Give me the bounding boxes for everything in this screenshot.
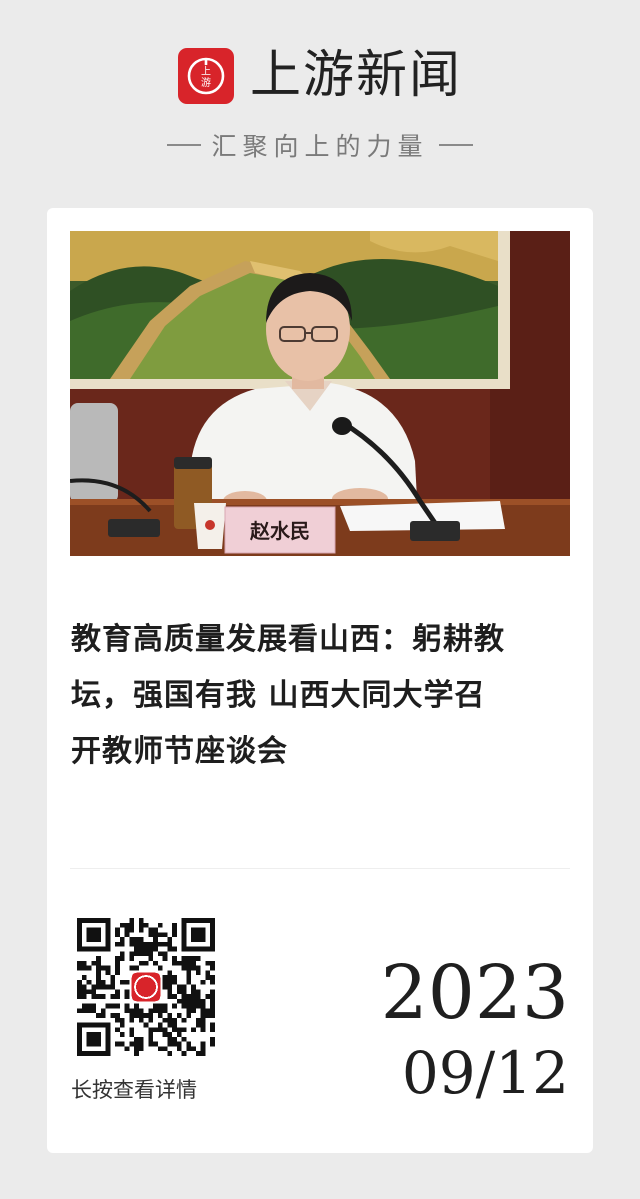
logo-char-2: 游 [201, 76, 211, 89]
news-photo: 赵水民 [70, 231, 570, 556]
qr-label: 长按查看详情 [71, 1078, 197, 1102]
headline-line: 开教师节座谈会 [71, 734, 288, 769]
logo-char-1: 上 [201, 66, 211, 78]
nameplate-text: 赵水民 [249, 519, 310, 543]
headline-line: 坛，强国有我 山西大同大学召 [71, 678, 486, 713]
share-poster: 上 游 上游新闻 汇聚向上的力量 赵水民 教育高质量发展看山西：躬耕教 坛，强国… [0, 0, 640, 1199]
slogan-dash-left [167, 144, 202, 146]
news-card[interactable]: 赵水民 教育高质量发展看山西：躬耕教 坛，强国有我 山西大同大学召 开教师节座谈… [47, 208, 593, 1153]
headline-line: 教育高质量发展看山西：躬耕教 [71, 622, 505, 657]
news-headline[interactable]: 教育高质量发展看山西：躬耕教 坛，强国有我 山西大同大学召 开教师节座谈会 [71, 612, 571, 780]
divider [70, 868, 570, 869]
qr-code-icon[interactable] [77, 918, 215, 1056]
brand-name: 上游新闻 [249, 46, 462, 105]
shangyou-logo-icon: 上 游 [177, 48, 234, 104]
date-year: 2023 [380, 950, 569, 1036]
slogan: 汇聚向上的力量 [0, 127, 640, 163]
brand-header: 上 游 上游新闻 [0, 46, 640, 106]
date-month-day: 09/12 [401, 1039, 569, 1107]
slogan-dash-right [438, 144, 473, 146]
slogan-text: 汇聚向上的力量 [211, 132, 429, 161]
